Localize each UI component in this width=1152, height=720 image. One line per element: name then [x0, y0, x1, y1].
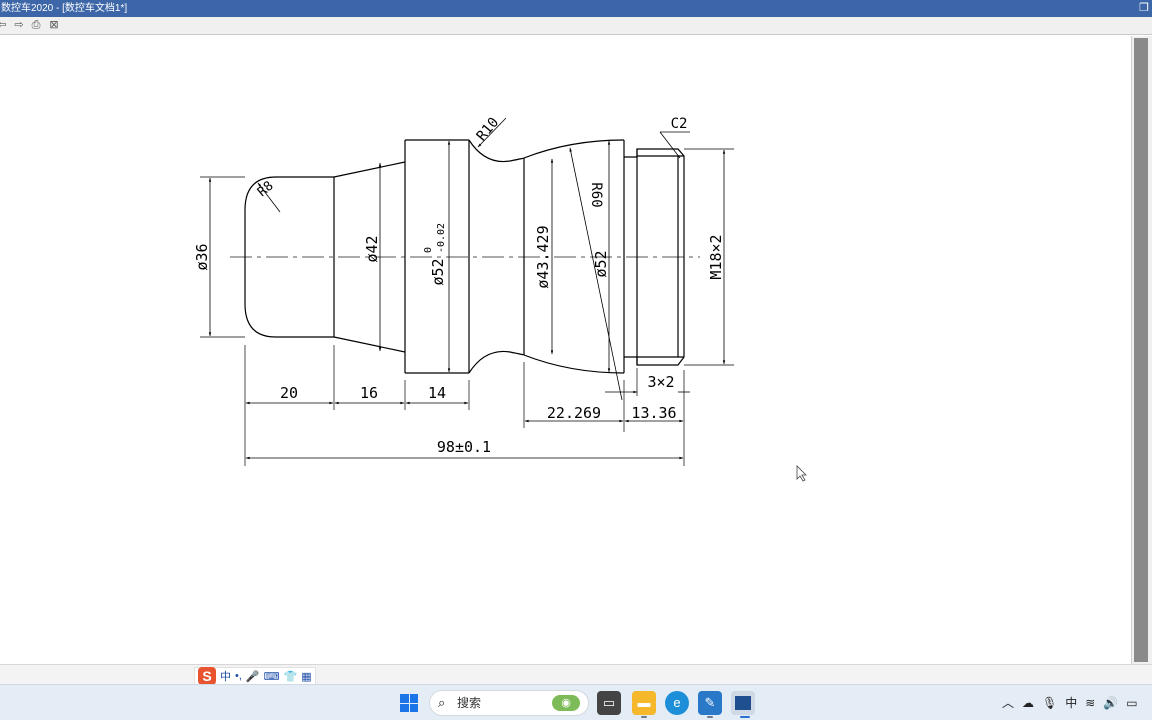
keyboard-icon[interactable]: ⌨	[264, 670, 280, 683]
mic-icon[interactable]: 🎤	[246, 670, 260, 683]
mouse-cursor-icon	[796, 465, 807, 482]
undo-arrow-icon[interactable]: ⇦	[0, 18, 9, 32]
wifi-icon[interactable]: ≋	[1085, 693, 1095, 713]
dim-d52-tol-lower: -0.02	[436, 223, 447, 253]
chevron-up-icon[interactable]: ︿	[1002, 693, 1014, 713]
search-highlight-icon: ◉	[552, 695, 580, 711]
dim-d52-tol: ø52	[429, 258, 447, 285]
cad-app-icon[interactable]	[731, 691, 755, 715]
active-indicator	[740, 716, 750, 718]
dim-d36: ø36	[193, 243, 211, 270]
print-icon[interactable]: ⎙	[29, 18, 43, 32]
ime-punct-label[interactable]: •,	[235, 670, 242, 682]
ime-mode-label[interactable]: 中	[220, 668, 231, 684]
redo-arrow-icon[interactable]: ⇨	[12, 18, 26, 32]
search-placeholder: 搜索	[457, 696, 482, 710]
task-view-icon[interactable]: ▭	[597, 691, 621, 715]
battery-icon[interactable]: ▭	[1126, 693, 1137, 713]
dim-r60: R60	[588, 182, 604, 207]
start-button[interactable]	[400, 694, 418, 712]
dim-len20: 20	[280, 384, 298, 402]
folder-icon[interactable]: ▬	[632, 691, 656, 715]
leader-lines	[257, 117, 690, 401]
search-icon: ⌕	[438, 695, 446, 710]
dim-d52-tol-upper: 0	[423, 247, 434, 253]
running-indicator	[707, 716, 713, 718]
title-bar: 数控车2020 - [数控车文档1*] ❐	[0, 0, 1152, 17]
drawing-canvas[interactable]: ø36 ø42 ø52 0 -0.02 ø43.429 ø52 M18×2 R8…	[0, 36, 1131, 664]
window-title: 数控车2020 - [数控车文档1*]	[1, 3, 128, 14]
dim-r10: R10	[474, 115, 503, 145]
status-bar: S 中 •, 🎤 ⌨ 👕 ▦	[0, 664, 1152, 685]
speaker-icon[interactable]: 🔊	[1103, 693, 1118, 713]
dim-c2: C2	[671, 116, 688, 132]
dim-d52: ø52	[592, 250, 610, 277]
part-drawing: ø36 ø42 ø52 0 -0.02 ø43.429 ø52 M18×2 R8…	[193, 115, 807, 482]
running-indicator	[641, 716, 647, 718]
sogou-logo-icon[interactable]: S	[198, 667, 216, 685]
system-tray: ︿ ☁ 🎙 中 ≋ 🔊 ▭	[1002, 693, 1138, 713]
vertical-scrollbar[interactable]	[1131, 36, 1152, 664]
skin-icon[interactable]: 👕	[284, 670, 298, 683]
scrollbar-thumb[interactable]	[1134, 38, 1148, 662]
dim-len14: 14	[428, 384, 446, 402]
maximize-icon[interactable]: ❐	[1139, 0, 1149, 17]
input-method-icon[interactable]: 中	[1065, 693, 1077, 713]
dim-len16: 16	[360, 384, 378, 402]
edge-icon[interactable]: e	[665, 691, 689, 715]
taskbar: ⌕ 搜索 ◉ ▭ ▬ e ✎ ︿ ☁ 🎙 中 ≋ 🔊 ▭	[0, 684, 1152, 720]
dim-m18: M18×2	[707, 234, 725, 279]
ime-toolbar[interactable]: S 中 •, 🎤 ⌨ 👕 ▦	[194, 667, 316, 685]
paint-app-icon[interactable]: ✎	[698, 691, 722, 715]
delete-icon[interactable]: ⊠	[47, 18, 61, 32]
dim-len22: 22.269	[547, 404, 601, 422]
dim-d43: ø43.429	[534, 225, 552, 288]
toolbox-icon[interactable]: ▦	[301, 670, 311, 683]
toolbar: ⇦ ⇨ ⎙ ⊠	[0, 17, 1152, 35]
taskbar-search[interactable]: ⌕ 搜索 ◉	[429, 690, 589, 716]
cloud-icon[interactable]: ☁	[1022, 693, 1034, 713]
windows-logo-icon	[400, 694, 409, 703]
dim-total: 98±0.1	[437, 438, 491, 456]
dim-len13: 13.36	[631, 404, 676, 422]
dim-d42: ø42	[363, 235, 381, 262]
mic-icon[interactable]: 🎙	[1042, 693, 1057, 713]
dim-r8: R8	[255, 179, 277, 201]
dim-groove: 3×2	[647, 373, 674, 391]
